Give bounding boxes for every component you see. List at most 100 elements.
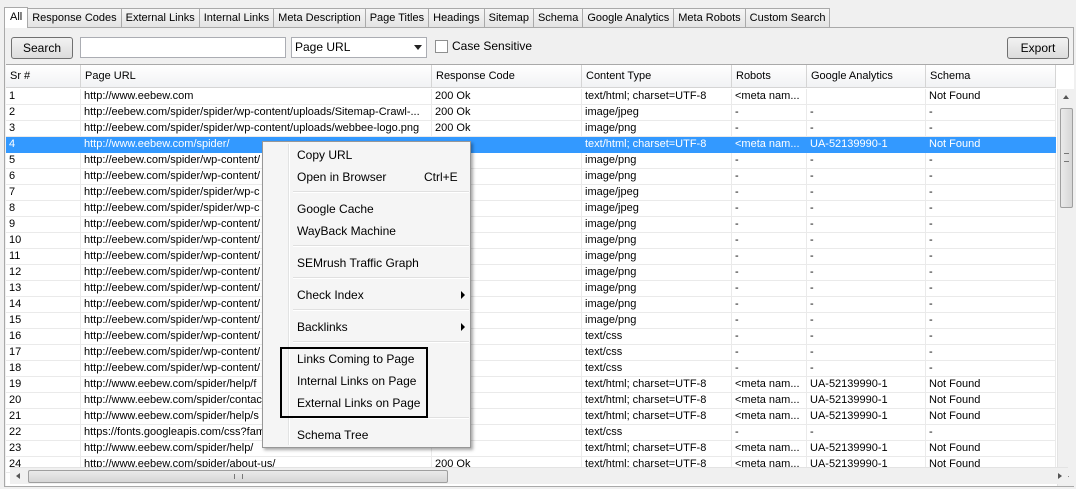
table-cell-sr: 8 <box>6 201 81 217</box>
menu-item-label: Schema Tree <box>297 428 369 442</box>
case-sensitive-checkbox[interactable] <box>435 40 448 53</box>
scroll-up-arrow-icon[interactable] <box>1058 89 1074 106</box>
table-cell-content-type: image/png <box>582 281 732 297</box>
menu-item-label: Check Index <box>297 288 364 302</box>
table-cell-content-type: text/html; charset=UTF-8 <box>582 409 732 425</box>
column-header-robots[interactable]: Robots <box>732 65 807 88</box>
table-row[interactable]: 3 http://eebew.com/spider/spider/wp-conte… <box>6 121 1056 137</box>
menu-item-label: WayBack Machine <box>297 224 396 238</box>
table-row[interactable]: 16 http://eebew.com/spider/wp-content/tex… <box>6 329 1056 345</box>
table-row[interactable]: 19 http://www.eebew.com/spider/help/f text… <box>6 377 1056 393</box>
scroll-right-arrow-icon[interactable] <box>1051 468 1068 485</box>
menu-item-check-index[interactable]: Check Index <box>265 284 470 306</box>
menu-item-backlinks[interactable]: Backlinks <box>265 316 470 338</box>
menu-item-open-in-browser[interactable]: Open in Browser Ctrl+E <box>265 166 470 188</box>
table-row[interactable]: 21 http://www.eebew.com/spider/help/s text… <box>6 409 1056 425</box>
menu-item-schema-tree[interactable]: Schema Tree <box>265 424 470 446</box>
vertical-scrollbar[interactable] <box>1057 89 1074 486</box>
horizontal-scroll-thumb[interactable] <box>28 470 448 483</box>
table-cell-content-type: text/html; charset=UTF-8 <box>582 441 732 457</box>
tab-all[interactable]: All <box>4 7 29 28</box>
table-cell-sr: 22 <box>6 425 81 441</box>
menu-item-label: SEMrush Traffic Graph <box>297 256 419 270</box>
table-cell-schema: - <box>926 201 1056 217</box>
table-row[interactable]: 10 http://eebew.com/spider/wp-content/ima… <box>6 233 1056 249</box>
table-cell-sr: 20 <box>6 393 81 409</box>
submenu-arrow-icon <box>461 323 465 331</box>
table-row[interactable]: 13 http://eebew.com/spider/wp-content/ima… <box>6 281 1056 297</box>
table-row[interactable]: 15 http://eebew.com/spider/wp-content/ima… <box>6 313 1056 329</box>
column-header-sr[interactable]: Sr # <box>6 65 81 88</box>
export-button[interactable]: Export <box>1007 37 1069 59</box>
tab-headings[interactable]: Headings <box>429 8 485 27</box>
table-cell-content-type: image/jpeg <box>582 185 732 201</box>
table-row[interactable]: 14 http://eebew.com/spider/wp-content/ima… <box>6 297 1056 313</box>
grid-header: Sr # Page URL Response Code Content Type Rob… <box>6 65 1056 88</box>
tab-internal-links[interactable]: Internal Links <box>199 8 275 27</box>
column-header-content-type[interactable]: Content Type <box>582 65 732 88</box>
search-input[interactable] <box>80 37 286 58</box>
table-row[interactable]: 9 http://eebew.com/spider/wp-content/imag… <box>6 217 1056 233</box>
table-row[interactable]: 4 http://www.eebew.com/spider/text/html; … <box>6 137 1056 153</box>
table-cell-schema: - <box>926 233 1056 249</box>
tab-meta-robots[interactable]: Meta Robots <box>674 8 746 27</box>
table-row[interactable]: 5 http://eebew.com/spider/wp-content/imag… <box>6 153 1056 169</box>
table-cell-content-type: image/png <box>582 169 732 185</box>
tab-sitemap[interactable]: Sitemap <box>484 8 534 27</box>
table-cell-sr: 11 <box>6 249 81 265</box>
table-row[interactable]: 7 http://eebew.com/spider/spider/wp-c imag… <box>6 185 1056 201</box>
table-row[interactable]: 23 http://www.eebew.com/spider/help/text/… <box>6 441 1056 457</box>
table-cell-content-type: image/jpeg <box>582 105 732 121</box>
table-row[interactable]: 6 http://eebew.com/spider/wp-content/imag… <box>6 169 1056 185</box>
table-row[interactable]: 2 http://eebew.com/spider/spider/wp-conte… <box>6 105 1056 121</box>
column-header-response-code[interactable]: Response Code <box>432 65 582 88</box>
tab-response-codes[interactable]: Response Codes <box>28 8 122 27</box>
search-field-select[interactable]: Page URL <box>291 37 427 58</box>
table-cell-sr: 13 <box>6 281 81 297</box>
table-row[interactable]: 18 http://eebew.com/spider/wp-content/tex… <box>6 361 1056 377</box>
table-row[interactable]: 20 http://www.eebew.com/spider/contac text… <box>6 393 1056 409</box>
table-cell-schema: Not Found <box>926 441 1056 457</box>
table-cell-sr: 2 <box>6 105 81 121</box>
table-cell-schema: - <box>926 105 1056 121</box>
table-row[interactable]: 17 http://eebew.com/spider/wp-content/tex… <box>6 345 1056 361</box>
table-cell-schema: - <box>926 329 1056 345</box>
table-cell-schema: - <box>926 249 1056 265</box>
tab-google-analytics[interactable]: Google Analytics <box>583 8 675 27</box>
table-row[interactable]: 11 http://eebew.com/spider/wp-content/ima… <box>6 249 1056 265</box>
table-row[interactable]: 12 http://eebew.com/spider/wp-content/ima… <box>6 265 1056 281</box>
menu-item-label: Links Coming to Page <box>297 352 415 366</box>
table-row[interactable]: 8 http://eebew.com/spider/spider/wp-c imag… <box>6 201 1056 217</box>
scroll-left-arrow-icon[interactable] <box>10 468 27 485</box>
table-cell-robots: - <box>732 169 807 185</box>
menu-item-copy-url[interactable]: Copy URL <box>265 144 470 166</box>
tab-custom-search[interactable]: Custom Search <box>745 8 831 27</box>
tab-page-titles[interactable]: Page Titles <box>365 8 430 27</box>
menu-item-external-links-on-page[interactable]: External Links on Page <box>265 392 470 414</box>
menu-item-semrush-traffic-graph[interactable]: SEMrush Traffic Graph <box>265 252 470 274</box>
menu-item-wayback-machine[interactable]: WayBack Machine <box>265 220 470 242</box>
table-cell-page-url: http://www.eebew.com <box>81 89 432 105</box>
menu-item-google-cache[interactable]: Google Cache <box>265 198 470 220</box>
table-cell-google-analytics: UA-52139990-1 <box>807 377 926 393</box>
table-cell-robots: - <box>732 217 807 233</box>
column-header-page-url[interactable]: Page URL <box>81 65 432 88</box>
table-cell-google-analytics: - <box>807 313 926 329</box>
horizontal-scrollbar[interactable] <box>10 467 1068 484</box>
menu-item-internal-links-on-page[interactable]: Internal Links on Page <box>265 370 470 392</box>
table-cell-schema: - <box>926 185 1056 201</box>
table-cell-page-url: http://eebew.com/spider/spider/wp-conten… <box>81 105 432 121</box>
vertical-scroll-thumb[interactable] <box>1060 108 1073 208</box>
menu-item-links-coming-to-page[interactable]: Links Coming to Page <box>265 348 470 370</box>
tab-external-links[interactable]: External Links <box>121 8 200 27</box>
tab-schema[interactable]: Schema <box>533 8 584 27</box>
tab-meta-description[interactable]: Meta Description <box>274 8 366 27</box>
table-cell-response-code: 200 Ok <box>432 105 582 121</box>
table-cell-content-type: image/png <box>582 217 732 233</box>
table-row[interactable]: 1 http://www.eebew.com 200 Ok text/html; ch… <box>6 89 1056 105</box>
table-row[interactable]: 22 https://fonts.googleapis.com/css?fam te… <box>6 425 1056 441</box>
column-header-schema[interactable]: Schema <box>926 65 1056 88</box>
search-button[interactable]: Search <box>11 37 73 59</box>
column-header-google-analytics[interactable]: Google Analytics <box>807 65 926 88</box>
table-cell-google-analytics: - <box>807 281 926 297</box>
